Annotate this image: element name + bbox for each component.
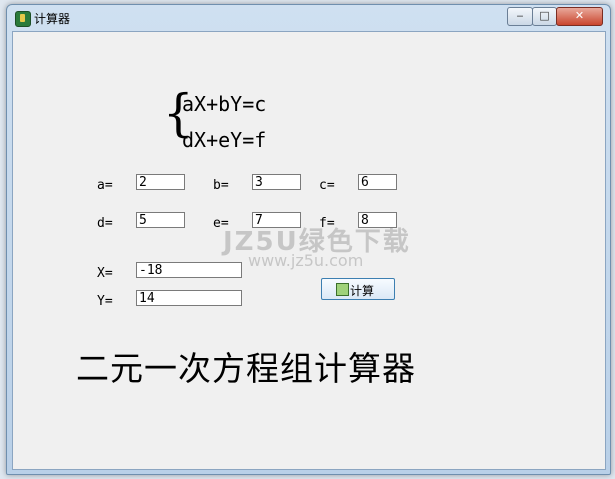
result-y-field[interactable]: 14 [136, 290, 242, 306]
input-a[interactable]: 2 [136, 174, 185, 190]
input-b[interactable]: 3 [252, 174, 301, 190]
maximize-button[interactable]: □ [532, 7, 557, 26]
equation-line-2: dX+eY=f [182, 128, 267, 152]
watermark-url: www.jz5u.com [248, 251, 364, 270]
label-y: Y= [97, 294, 113, 309]
label-d: d= [97, 216, 113, 231]
calculate-button-label: 计算 [350, 284, 375, 298]
label-b: b= [213, 178, 229, 193]
label-x: X= [97, 266, 113, 281]
calculate-button[interactable]: 计算 [321, 278, 395, 300]
input-c[interactable]: 6 [358, 174, 397, 190]
window-title: 计算器 [34, 12, 71, 26]
app-icon [15, 11, 31, 27]
label-c: c= [319, 178, 335, 193]
app-window: 计算器 ‒ □ ✕ { aX+bY=c dX+eY=f a= 2 b= 3 c=… [6, 4, 611, 475]
equation-line-1: aX+bY=c [182, 92, 267, 116]
label-a: a= [97, 178, 113, 193]
minimize-button[interactable]: ‒ [507, 7, 533, 26]
close-button[interactable]: ✕ [556, 7, 603, 26]
page-title: 二元一次方程组计算器 [76, 349, 416, 388]
calculator-icon [336, 283, 349, 296]
input-d[interactable]: 5 [136, 212, 185, 228]
client-area: { aX+bY=c dX+eY=f a= 2 b= 3 c= 6 d= 5 e=… [12, 31, 606, 470]
title-bar[interactable]: 计算器 ‒ □ ✕ [7, 5, 610, 31]
result-x-field[interactable]: -18 [136, 262, 242, 278]
